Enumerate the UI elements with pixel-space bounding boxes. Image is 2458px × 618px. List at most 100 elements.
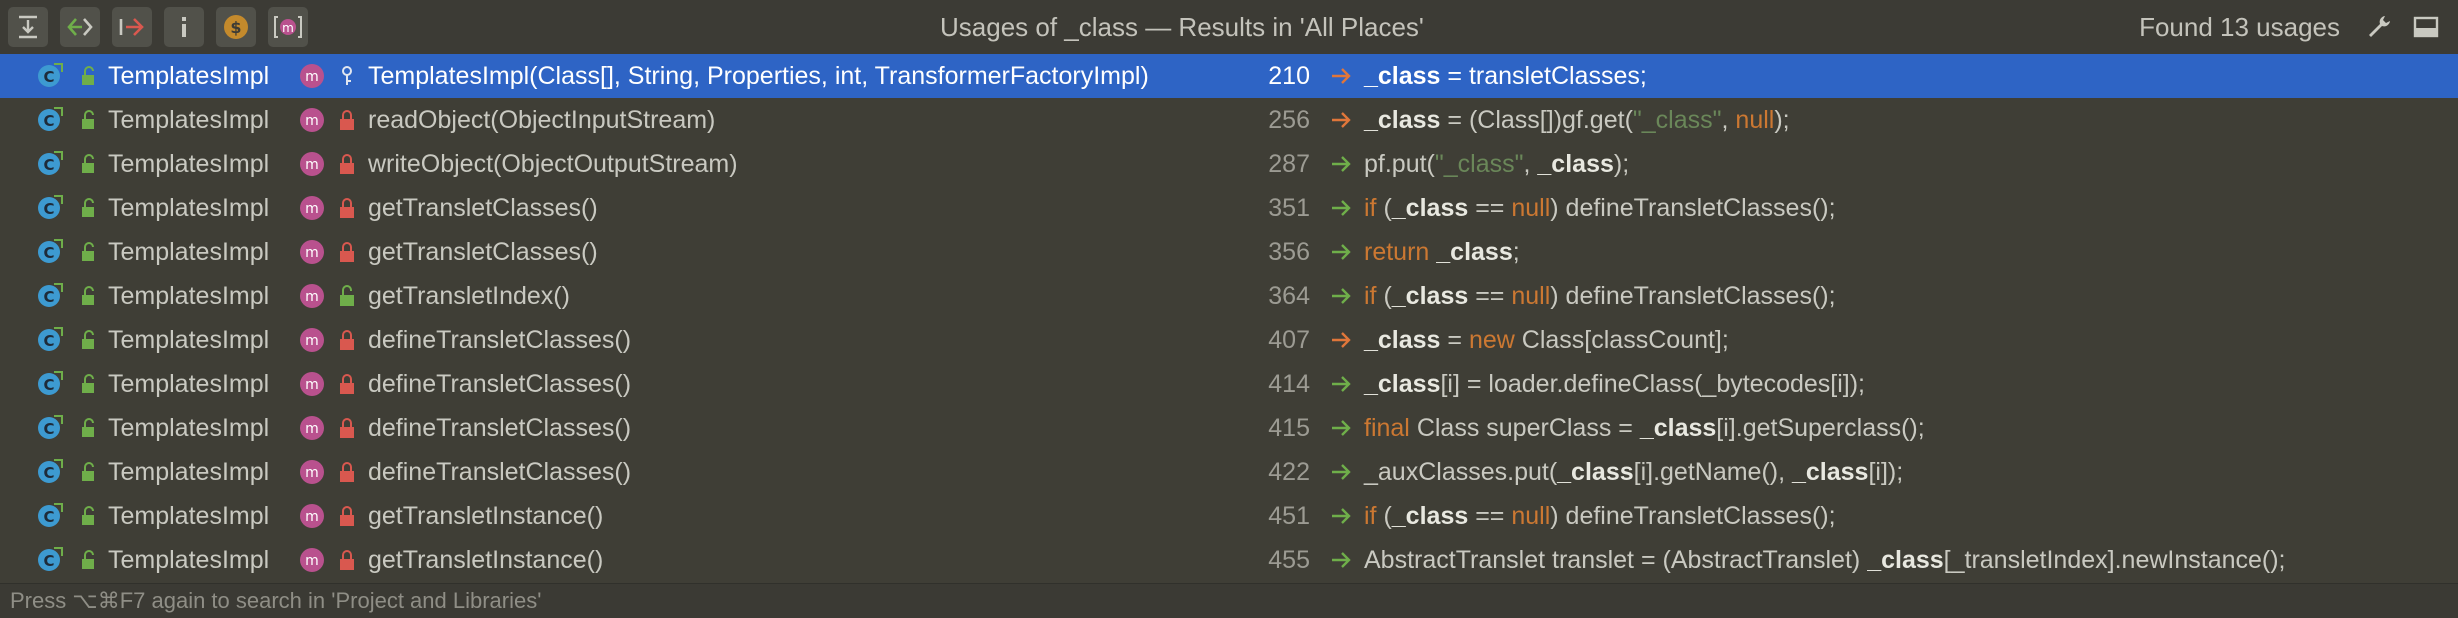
class-icon: C [38,547,63,571]
read-access-icon [1332,552,1351,568]
svg-text:C: C [43,508,54,526]
lock-icon [340,506,354,526]
coin-button[interactable]: $ [216,7,256,47]
method-signature: defineTransletClasses() [368,370,632,398]
svg-text:m: m [305,157,319,173]
line-number: 455 [1268,546,1310,574]
lock-icon [340,330,354,350]
usage-row[interactable]: C TemplatesImpl m getTransletInstance() 451 i… [0,494,2458,538]
svg-text:m: m [305,465,319,481]
wrench-icon[interactable] [2365,13,2393,41]
previous-occurrence-button[interactable] [60,7,100,47]
method-signature: defineTransletClasses() [368,458,632,486]
usage-row[interactable]: C TemplatesImpl m defineTransletClasses() 40… [0,318,2458,362]
class-name: TemplatesImpl [108,106,270,134]
svg-text:C: C [43,244,54,262]
write-access-icon [1332,68,1351,84]
write-access-icon [1332,112,1351,128]
method-icon: m [300,152,324,176]
usage-row[interactable]: C TemplatesImpl m getTransletIndex() 364 if (… [0,274,2458,318]
public-icon [82,506,94,525]
method-signature: defineTransletClasses() [368,414,632,442]
code-snippet: _class[i] = loader.defineClass(_bytecode… [1364,370,1866,398]
public-icon [82,374,94,393]
class-name: TemplatesImpl [108,194,270,222]
svg-text:m: m [305,333,319,349]
line-number: 422 [1268,458,1310,486]
public-icon [82,286,94,305]
method-signature: getTransletIndex() [368,282,570,310]
read-access-icon [1332,420,1351,436]
class-icon: C [38,283,63,307]
public-icon [82,198,94,217]
method-signature: defineTransletClasses() [368,326,632,354]
class-icon: C [38,371,63,395]
svg-text:C: C [43,552,54,570]
public-icon [82,66,94,85]
code-snippet: _class = (Class[])gf.get("_class", null)… [1364,106,1790,134]
class-icon: C [38,415,63,439]
preview-panel-icon[interactable] [2412,13,2440,41]
svg-text:C: C [43,200,54,218]
class-name: TemplatesImpl [108,546,270,574]
usage-row[interactable]: C TemplatesImpl m getTransletClasses() 356 re… [0,230,2458,274]
code-snippet: final Class superClass = _class[i].getSu… [1364,414,1925,442]
class-name: TemplatesImpl [108,62,270,90]
method-icon: m [300,372,324,396]
method-icon: m [300,108,324,132]
class-name: TemplatesImpl [108,458,270,486]
class-name: TemplatesImpl [108,502,270,530]
usage-row[interactable]: C TemplatesImpl m readObject(ObjectInputStr… [0,98,2458,142]
line-number: 351 [1268,194,1310,222]
usage-row[interactable]: C TemplatesImpl m writeObject(ObjectOutputS… [0,142,2458,186]
previous-occurrence-icon [67,18,93,36]
key-icon [342,66,352,85]
group-by-method-button[interactable]: m [268,7,308,47]
lock-icon [340,110,354,130]
usage-row[interactable]: C TemplatesImpl m defineTransletClasses() 42… [0,450,2458,494]
method-icon: m [300,284,324,308]
expand-all-button[interactable] [8,7,48,47]
next-occurrence-icon [119,18,144,36]
svg-text:m: m [305,69,319,85]
svg-text:C: C [43,156,54,174]
svg-text:m: m [305,509,319,525]
svg-text:C: C [43,376,54,394]
lock-icon [340,242,354,262]
usage-row[interactable]: C TemplatesImpl m defineTransletClasses() 41… [0,362,2458,406]
line-number: 407 [1268,326,1310,354]
class-name: TemplatesImpl [108,414,270,442]
svg-text:m: m [282,21,294,35]
svg-text:C: C [43,288,54,306]
lock-icon [340,550,354,570]
code-snippet: _auxClasses.put(_class[i].getName(), _cl… [1364,458,1904,486]
coin-icon: $ [224,15,248,39]
line-number: 415 [1268,414,1310,442]
method-icon: m [300,416,324,440]
class-icon: C [38,459,63,483]
info-button[interactable] [164,7,204,47]
status-bar: Press ⌥⌘F7 again to search in 'Project a… [0,583,2458,618]
svg-text:m: m [305,113,319,129]
method-icon: m [300,196,324,220]
expand-all-icon [19,15,37,39]
usage-row[interactable]: C TemplatesImpl m getTransletInstance() 455 A… [0,538,2458,582]
svg-text:m: m [305,289,319,305]
class-icon: C [38,503,63,527]
line-number: 364 [1268,282,1310,310]
usage-row[interactable]: C TemplatesImpl m TemplatesImpl(Class[], St… [0,54,2458,98]
group-by-method-icon: m [274,16,302,38]
class-icon: C [38,107,63,131]
svg-text:C: C [43,420,54,438]
usage-row[interactable]: C TemplatesImpl m getTransletClasses() 351 if… [0,186,2458,230]
info-icon [182,17,186,37]
public-icon [82,462,94,481]
class-icon: C [38,327,63,351]
read-access-icon [1332,376,1351,392]
method-signature: getTransletInstance() [368,502,604,530]
usage-row[interactable]: C TemplatesImpl m defineTransletClasses() 41… [0,406,2458,450]
line-number: 287 [1268,150,1310,178]
public-icon [82,110,94,129]
next-occurrence-button[interactable] [112,7,152,47]
public-icon [82,242,94,261]
